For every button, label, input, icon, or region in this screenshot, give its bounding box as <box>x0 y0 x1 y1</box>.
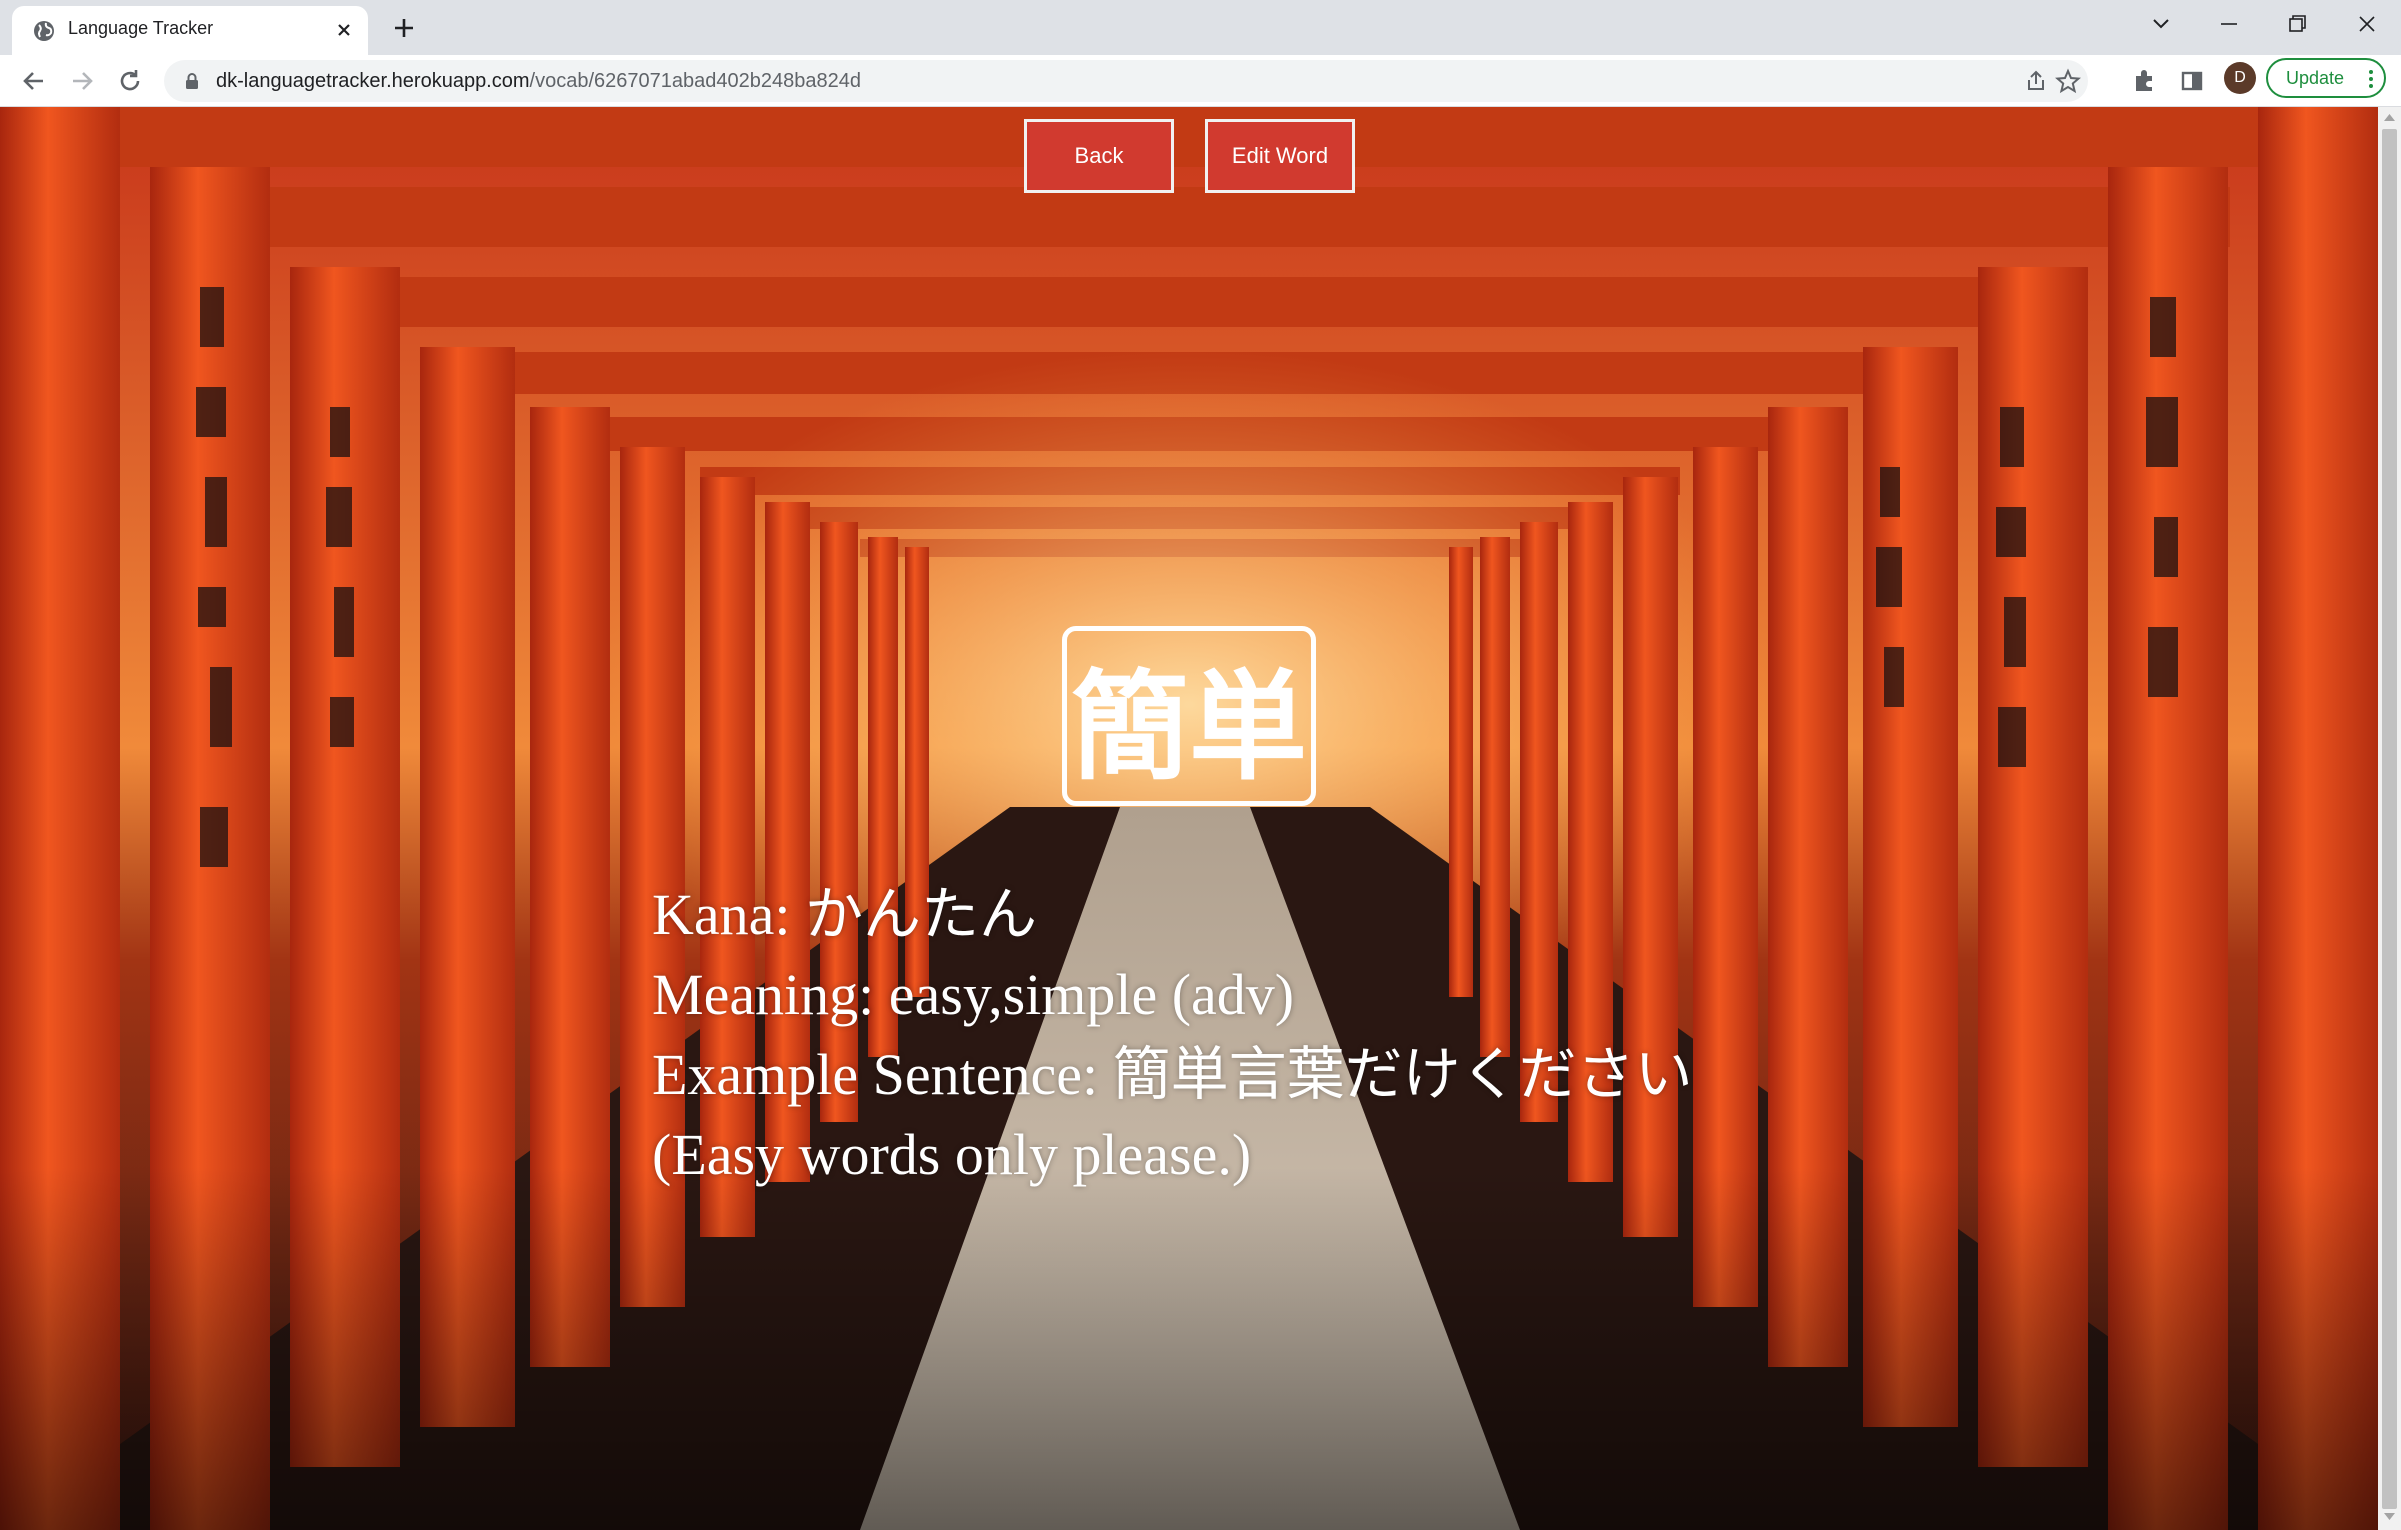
browser-toolbar: dk-languagetracker.herokuapp.com/vocab/6… <box>0 55 2401 107</box>
window-close-icon[interactable] <box>2342 4 2392 44</box>
new-tab-icon[interactable] <box>386 10 422 46</box>
extensions-puzzle-icon[interactable] <box>2128 65 2160 97</box>
scroll-up-icon[interactable] <box>2383 111 2396 123</box>
example-translation-line: (Easy words only please.) <box>652 1122 1252 1187</box>
page-viewport: Back Edit Word 簡単 Kana: かんたん Meaning: ea… <box>0 107 2378 1530</box>
tab-search-icon[interactable] <box>2136 4 2186 44</box>
profile-avatar[interactable]: D <box>2224 62 2256 94</box>
kana-line: Kana: かんたん <box>652 882 1037 947</box>
tab-title: Language Tracker <box>68 18 214 38</box>
bookmark-star-icon[interactable] <box>2054 67 2082 95</box>
kanji-card: 簡単 <box>1062 626 1316 806</box>
browser-tab-strip: Language Tracker <box>0 0 2401 55</box>
address-bar[interactable]: dk-languagetracker.herokuapp.com/vocab/6… <box>164 60 2088 102</box>
example-sentence-line: Example Sentence: 簡単言葉だけください <box>652 1042 1693 1107</box>
meaning-line: Meaning: easy,simple (adv) <box>652 962 1295 1027</box>
globe-icon <box>34 21 54 41</box>
close-icon[interactable] <box>330 16 358 44</box>
reload-icon[interactable] <box>112 63 148 99</box>
side-panel-icon[interactable] <box>2176 65 2208 97</box>
update-button[interactable]: Update <box>2266 58 2386 98</box>
browser-tab[interactable]: Language Tracker <box>12 6 368 55</box>
forward-arrow-icon[interactable] <box>64 63 100 99</box>
scroll-down-icon[interactable] <box>2383 1511 2396 1523</box>
more-menu-icon <box>2369 70 2373 88</box>
minimize-icon[interactable] <box>2204 4 2254 44</box>
back-button[interactable]: Back <box>1024 119 1174 193</box>
update-label: Update <box>2286 68 2345 88</box>
lock-icon[interactable] <box>182 71 202 91</box>
torii-gate-tunnel-background <box>0 107 2378 1530</box>
edit-word-button[interactable]: Edit Word <box>1205 119 1355 193</box>
url-text[interactable]: dk-languagetracker.herokuapp.com/vocab/6… <box>216 70 861 93</box>
share-icon[interactable] <box>2022 67 2050 95</box>
word-details: Kana: かんたん Meaning: easy,simple (adv) Ex… <box>652 875 1852 1195</box>
page-scrollbar[interactable] <box>2378 107 2401 1530</box>
scrollbar-thumb[interactable] <box>2382 129 2397 1509</box>
word-kanji: 簡単 <box>1070 658 1307 796</box>
back-arrow-icon[interactable] <box>16 63 52 99</box>
restore-icon[interactable] <box>2272 4 2322 44</box>
